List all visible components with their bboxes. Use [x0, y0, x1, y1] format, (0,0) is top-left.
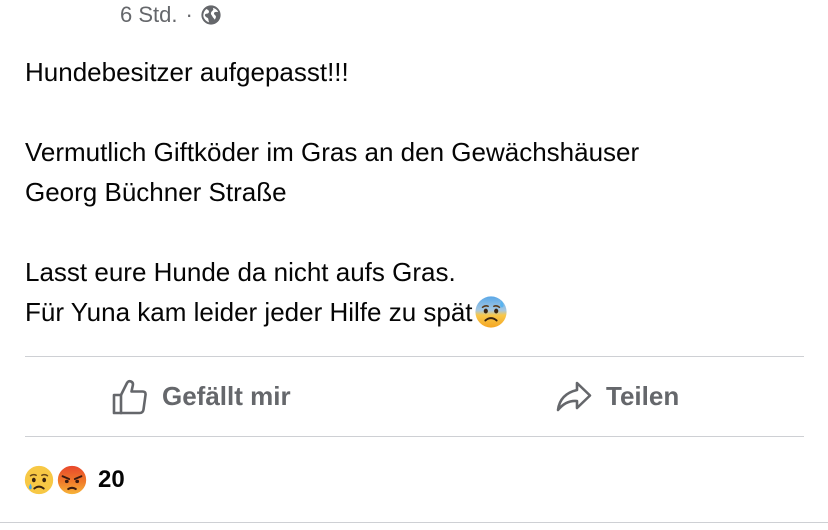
like-button[interactable]: Gefällt mir — [110, 357, 291, 436]
post-actions: Gefällt mir Teilen — [25, 357, 804, 436]
share-label: Teilen — [606, 381, 680, 411]
post-line: Für Yuna kam leider jeder Hilfe zu spät — [25, 297, 473, 327]
angry-reaction-icon — [55, 463, 89, 497]
meta-separator: · — [185, 2, 193, 27]
post-line-with-emoji: Für Yuna kam leider jeder Hilfe zu spät — [25, 292, 815, 332]
reaction-icons — [22, 462, 94, 498]
post-line: Hundebesitzer aufgepasst!!! — [25, 57, 349, 87]
post-line: Lasst eure Hunde da nicht aufs Gras. — [25, 257, 456, 287]
share-arrow-icon — [556, 381, 592, 411]
share-button[interactable]: Teilen — [554, 357, 679, 436]
reaction-count: 20 — [98, 466, 125, 493]
sad-reaction-icon — [22, 463, 56, 497]
anxious-face-with-sweat-emoji — [474, 296, 507, 328]
post-timestamp[interactable]: 6 Std. — [120, 2, 177, 28]
thumbs-up-icon — [112, 379, 147, 414]
post-meta: 6 Std. · — [120, 0, 222, 30]
post-bottom-border — [0, 522, 828, 523]
globe-icon[interactable] — [200, 4, 222, 26]
reaction-summary[interactable]: 20 — [22, 460, 125, 500]
divider-bottom — [25, 436, 804, 437]
post-text: Hundebesitzer aufgepasst!!! Vermutlich G… — [25, 52, 815, 332]
post-line: Vermutlich Giftköder im Gras an den Gewä… — [25, 137, 640, 167]
facebook-post: 6 Std. · Hundebesitzer aufgepasst!!! Ver… — [0, 0, 828, 530]
post-line: Georg Büchner Straße — [25, 177, 287, 207]
like-label: Gefällt mir — [162, 381, 291, 411]
